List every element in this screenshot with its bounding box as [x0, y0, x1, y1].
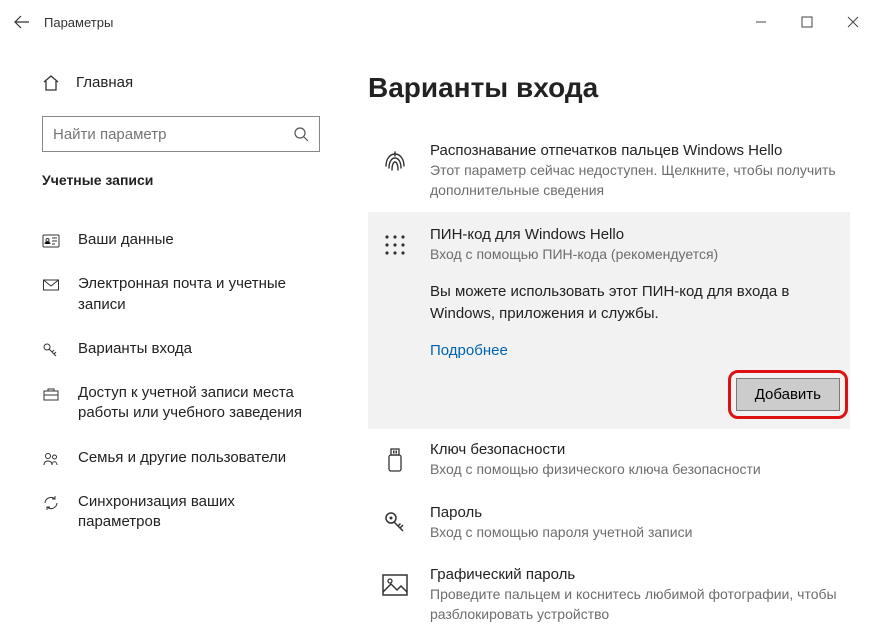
- option-title: Пароль: [430, 504, 840, 521]
- main-content: Варианты входа Распознавание отпечатков …: [350, 44, 876, 621]
- option-title: Ключ безопасности: [430, 441, 840, 458]
- sidebar-home[interactable]: Главная: [42, 72, 320, 92]
- option-sub: Вход с помощью ПИН-кода (рекомендуется): [430, 245, 840, 265]
- option-desc: Вы можете использовать этот ПИН-код для …: [430, 281, 840, 325]
- sidebar-item-label: Ваши данные: [78, 230, 174, 250]
- sidebar-home-label: Главная: [76, 74, 133, 91]
- window-controls: [738, 0, 876, 44]
- people-icon: [42, 450, 60, 468]
- sidebar-item-signin-options[interactable]: Варианты входа: [42, 327, 320, 371]
- close-button[interactable]: [830, 0, 876, 44]
- option-title: ПИН-код для Windows Hello: [430, 226, 840, 243]
- sidebar: Главная Учетные записи Ваши данные Элект…: [0, 44, 350, 621]
- option-pin[interactable]: ПИН-код для Windows Hello Вход с помощью…: [368, 212, 850, 429]
- usb-key-icon: [378, 443, 412, 477]
- option-password[interactable]: Пароль Вход с помощью пароля учетной зап…: [368, 492, 850, 555]
- close-icon: [847, 16, 859, 28]
- option-sub: Проведите пальцем и коснитесь любимой фо…: [430, 585, 840, 624]
- picture-icon: [378, 568, 412, 602]
- mail-icon: [42, 276, 60, 294]
- learn-more-link[interactable]: Подробнее: [430, 342, 508, 359]
- sidebar-item-email[interactable]: Электронная почта и учетные записи: [42, 262, 320, 327]
- sidebar-item-your-info[interactable]: Ваши данные: [42, 218, 320, 262]
- sidebar-item-label: Варианты входа: [78, 339, 192, 359]
- sidebar-item-label: Доступ к учетной записи места работы или…: [78, 383, 320, 424]
- sync-icon: [42, 494, 60, 512]
- minimize-icon: [755, 16, 767, 28]
- app-title: Параметры: [44, 15, 113, 30]
- sidebar-item-family[interactable]: Семья и другие пользователи: [42, 436, 320, 480]
- fingerprint-icon: [378, 144, 412, 178]
- page-title: Варианты входа: [368, 72, 850, 104]
- home-icon: [42, 74, 60, 92]
- sidebar-item-work-access[interactable]: Доступ к учетной записи места работы или…: [42, 371, 320, 436]
- minimize-button[interactable]: [738, 0, 784, 44]
- search-icon: [293, 126, 309, 142]
- briefcase-icon: [42, 385, 60, 403]
- sidebar-item-label: Семья и другие пользователи: [78, 448, 286, 468]
- sidebar-item-sync[interactable]: Синхронизация ваших параметров: [42, 480, 320, 545]
- add-button[interactable]: Добавить: [736, 378, 840, 411]
- option-title: Распознавание отпечатков пальцев Windows…: [430, 142, 840, 159]
- back-button[interactable]: [0, 0, 44, 44]
- option-sub: Вход с помощью физического ключа безопас…: [430, 460, 840, 480]
- option-security-key[interactable]: Ключ безопасности Вход с помощью физичес…: [368, 429, 850, 492]
- option-sub: Этот параметр сейчас недоступен. Щелкнит…: [430, 161, 840, 200]
- sidebar-section-heading: Учетные записи: [42, 172, 320, 188]
- back-arrow-icon: [14, 14, 30, 30]
- key-icon: [42, 341, 60, 359]
- sidebar-item-label: Синхронизация ваших параметров: [78, 492, 320, 533]
- key-icon: [378, 506, 412, 540]
- option-picture-password[interactable]: Графический пароль Проведите пальцем и к…: [368, 554, 850, 636]
- title-bar: Параметры: [0, 0, 876, 44]
- pin-keypad-icon: [378, 228, 412, 262]
- maximize-button[interactable]: [784, 0, 830, 44]
- search-input[interactable]: [53, 126, 293, 143]
- person-card-icon: [42, 232, 60, 250]
- search-box[interactable]: [42, 116, 320, 152]
- option-sub: Вход с помощью пароля учетной записи: [430, 523, 840, 543]
- option-title: Графический пароль: [430, 566, 840, 583]
- option-fingerprint[interactable]: Распознавание отпечатков пальцев Windows…: [368, 130, 850, 212]
- maximize-icon: [801, 16, 813, 28]
- sidebar-item-label: Электронная почта и учетные записи: [78, 274, 320, 315]
